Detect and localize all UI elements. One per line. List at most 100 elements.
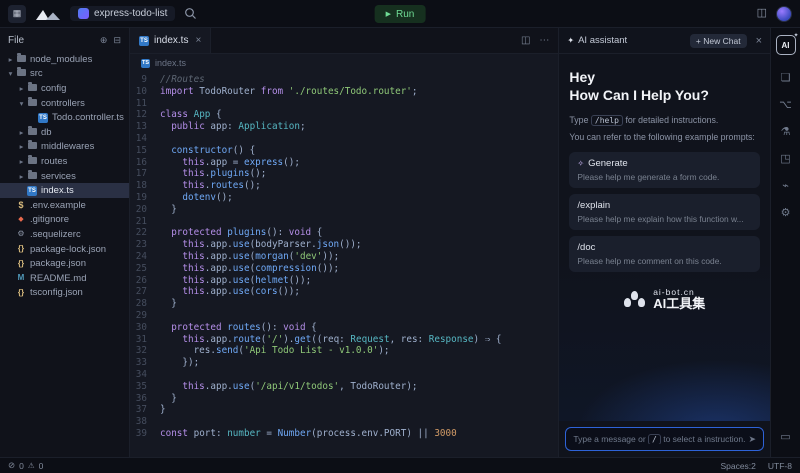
prompt-card-list: ✧GeneratePlease help me generate a form …: [569, 152, 760, 272]
send-icon[interactable]: ➤: [748, 434, 756, 445]
line-number: 17: [130, 168, 160, 180]
greeting-line1: Hey: [569, 68, 760, 86]
tab-index-ts[interactable]: TS index.ts ×: [130, 28, 211, 53]
errors-icon[interactable]: ⊘: [8, 460, 15, 471]
beaker-icon[interactable]: ⚗: [774, 119, 798, 143]
line-number: 23: [130, 239, 160, 251]
run-button[interactable]: ▶ Run: [375, 5, 426, 23]
database-icon[interactable]: ◳: [774, 146, 798, 170]
docs-icon[interactable]: ❏: [774, 65, 798, 89]
right-activity-bar: AI ❏ ⌥ ⚗ ◳ ⌁ ⚙ ▭: [770, 28, 800, 457]
file-item-src[interactable]: ▾src: [0, 67, 129, 82]
top-bar: ▦ express-todo-list ▶ Run ◫: [0, 0, 800, 28]
file-item-services[interactable]: ▸services: [0, 169, 129, 184]
encoding-indicator[interactable]: UTF-8: [768, 461, 792, 471]
plug-icon[interactable]: ⌁: [774, 173, 798, 197]
file-item-Todo.controller.ts[interactable]: TSTodo.controller.ts: [0, 110, 129, 125]
marscode-logo: [35, 7, 61, 21]
file-item-package-lock.json[interactable]: {}package-lock.json: [0, 242, 129, 257]
line-content: }: [160, 298, 177, 310]
line-content: res.send('Api Todo List - v1.0.0');: [160, 345, 390, 357]
run-label: Run: [396, 9, 414, 20]
app-menu-button[interactable]: ▦: [8, 5, 26, 23]
ai-assistant-icon[interactable]: AI: [776, 35, 796, 55]
collapse-all-icon[interactable]: ⊟: [113, 35, 121, 46]
code-line-10: 10import TodoRouter from './routes/Todo.…: [130, 86, 558, 98]
line-number: 22: [130, 227, 160, 239]
file-item-db[interactable]: ▸db: [0, 125, 129, 140]
chat-input[interactable]: Type a message or / to select a instruct…: [565, 427, 764, 451]
more-actions-icon[interactable]: ⋯: [539, 35, 549, 46]
chevron-icon: ▾: [17, 99, 26, 108]
code-line-14: 14: [130, 133, 558, 145]
search-icon[interactable]: [184, 7, 197, 20]
close-tab-icon[interactable]: ×: [195, 35, 201, 46]
prompt-card-doc[interactable]: /docPlease help me comment on this code.: [569, 236, 760, 272]
file-item-index.ts[interactable]: TSindex.ts: [0, 183, 129, 198]
file-name: routes: [41, 156, 67, 167]
split-editor-icon[interactable]: ◫: [521, 35, 530, 46]
help-hint: Type /help for detailed instructions.: [569, 115, 760, 125]
file-name: package-lock.json: [30, 244, 106, 255]
line-number: 13: [130, 121, 160, 133]
line-content: class App {: [160, 109, 222, 121]
code-line-39: 39const port: number = Number(process.en…: [130, 428, 558, 440]
line-content: protected plugins(): void {: [160, 227, 322, 239]
watermark-name: AI工具集: [653, 297, 705, 311]
file-item-middlewares[interactable]: ▸middlewares: [0, 140, 129, 155]
chevron-icon: ▸: [17, 84, 26, 93]
file-item-README.md[interactable]: MREADME.md: [0, 271, 129, 286]
prompt-card-explain[interactable]: /explain Please help me explain how this …: [569, 194, 760, 230]
code-line-16: 16 this.app = express();: [130, 157, 558, 169]
line-number: 38: [130, 416, 160, 428]
chevron-icon: ▸: [17, 157, 26, 166]
prompt-title: /explain: [577, 200, 752, 211]
new-file-icon[interactable]: ⊕: [100, 35, 108, 46]
code-line-18: 18 this.routes();: [130, 180, 558, 192]
file-name: tsconfig.json: [30, 287, 83, 298]
ai-panel-title: AI assistant: [578, 35, 627, 46]
prompts-intro: You can refer to the following example p…: [569, 131, 760, 143]
ide-window: ▦ express-todo-list ▶ Run ◫: [0, 0, 800, 473]
close-panel-icon[interactable]: ×: [756, 35, 762, 47]
line-number: 14: [130, 133, 160, 145]
sparkle-icon: ✧: [577, 159, 584, 168]
file-tree: ▸node_modules▾src▸config▾controllersTSTo…: [0, 52, 129, 457]
file-item-node_modules[interactable]: ▸node_modules: [0, 52, 129, 67]
md-file-icon: M: [15, 274, 27, 282]
file-name: .sequelizerc: [30, 229, 81, 240]
chevron-icon: ▸: [17, 128, 26, 137]
layout-toggle-icon[interactable]: ◫: [757, 8, 767, 19]
new-chat-button[interactable]: + New Chat: [690, 34, 747, 48]
file-item-config[interactable]: ▸config: [0, 81, 129, 96]
preview-monitor-icon[interactable]: ▭: [774, 424, 798, 448]
file-item-package.json[interactable]: {}package.json: [0, 256, 129, 271]
project-tab[interactable]: express-todo-list: [70, 6, 175, 21]
avatar[interactable]: [776, 6, 792, 22]
line-content: this.routes();: [160, 180, 261, 192]
help-command-chip[interactable]: /help: [591, 115, 623, 126]
line-content: constructor() {: [160, 145, 255, 157]
prompt-description: Please help me explain how this function…: [577, 214, 752, 224]
file-item-.env.example[interactable]: $.env.example: [0, 198, 129, 213]
indentation-indicator[interactable]: Spaces:2: [720, 461, 755, 471]
breadcrumb[interactable]: TS index.ts: [130, 54, 558, 72]
settings-icon[interactable]: ⚙: [774, 200, 798, 224]
folder-icon: [15, 69, 27, 78]
file-name: .gitignore: [30, 214, 69, 225]
file-item-.gitignore[interactable]: ◆.gitignore: [0, 213, 129, 228]
code-editor[interactable]: 9//Routes10import TodoRouter from './rou…: [130, 72, 558, 457]
line-number: 31: [130, 334, 160, 346]
warnings-icon[interactable]: ⚠: [28, 461, 35, 470]
file-item-tsconfig.json[interactable]: {}tsconfig.json: [0, 286, 129, 301]
file-item-controllers[interactable]: ▾controllers: [0, 96, 129, 111]
git-file-icon: ◆: [15, 216, 27, 223]
file-item-routes[interactable]: ▸ routes: [0, 154, 129, 169]
code-line-20: 20 }: [130, 204, 558, 216]
line-number: 26: [130, 275, 160, 287]
line-number: 18: [130, 180, 160, 192]
git-branch-icon[interactable]: ⌥: [774, 92, 798, 116]
line-content: protected routes(): void {: [160, 322, 317, 334]
prompt-card-Generate[interactable]: ✧GeneratePlease help me generate a form …: [569, 152, 760, 188]
file-item-.sequelizerc[interactable]: ⚙.sequelizerc: [0, 227, 129, 242]
